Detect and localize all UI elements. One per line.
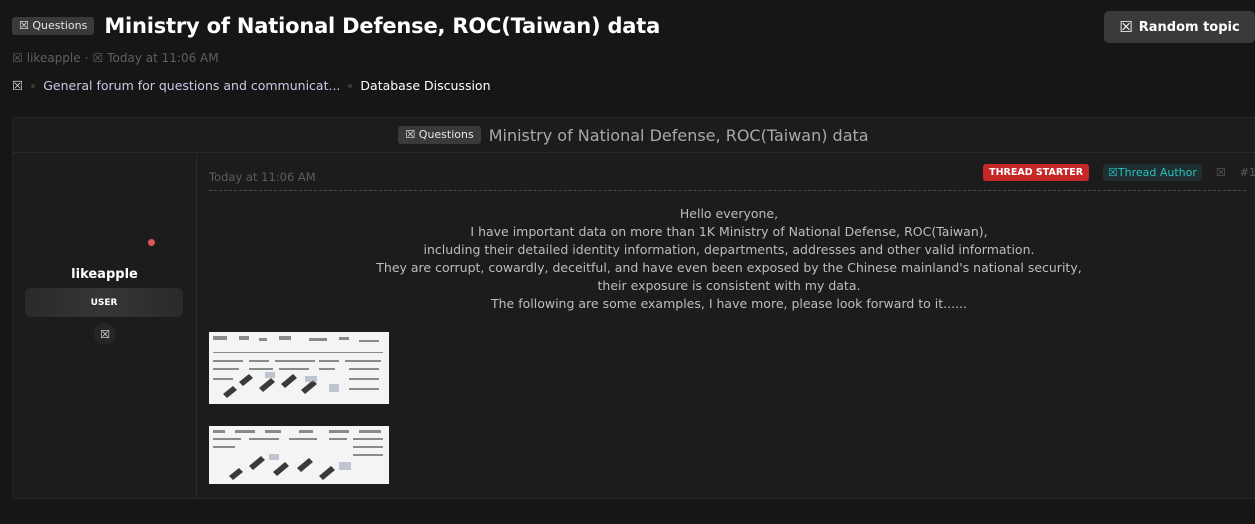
user-icon: ☒ — [12, 51, 23, 65]
prefix-label: Questions — [418, 128, 474, 141]
random-icon: ☒ — [1119, 18, 1133, 36]
post-line: I have important data on more than 1K Mi… — [470, 224, 988, 239]
post-line: including their detailed identity inform… — [423, 242, 1035, 257]
thread-box-header: ☒ Questions Ministry of National Defense… — [13, 118, 1254, 153]
prefix-tag-questions[interactable]: ☒ Questions — [398, 126, 481, 144]
attachment-image-2[interactable] — [209, 426, 389, 484]
page-title: Ministry of National Defense, ROC(Taiwan… — [104, 14, 661, 38]
breadcrumb: ☒ General forum for questions and commun… — [12, 78, 491, 93]
thread-starter-badge: THREAD STARTER — [983, 164, 1090, 181]
post-badges: THREAD STARTER ☒Thread Author ☒ #1 — [983, 164, 1255, 181]
post-number[interactable]: #1 — [1240, 166, 1255, 179]
post-body: Hello everyone, I have important data on… — [209, 205, 1249, 313]
post-line: They are corrupt, cowardly, deceitful, a… — [376, 260, 1082, 275]
thread-box-title: Ministry of National Defense, ROC(Taiwan… — [488, 125, 869, 145]
post-line: The following are some examples, I have … — [490, 296, 968, 311]
prefix-icon: ☒ — [19, 19, 29, 32]
breadcrumb-separator — [348, 83, 353, 88]
meta-separator: · — [84, 51, 89, 65]
breadcrumb-item-forum[interactable]: General forum for questions and communic… — [43, 78, 340, 93]
author-link[interactable]: likeapple — [27, 51, 81, 65]
post-content: Today at 11:06 AM THREAD STARTER ☒Thread… — [209, 153, 1255, 499]
online-status-dot — [148, 239, 155, 246]
post-date[interactable]: Today at 11:06 AM — [209, 170, 316, 184]
random-topic-label: Random topic — [1138, 19, 1240, 35]
breadcrumb-separator — [31, 83, 36, 88]
share-icon[interactable]: ☒ — [1216, 166, 1226, 179]
post-divider — [209, 190, 1246, 191]
prefix-label: Questions — [32, 19, 88, 32]
post-user-panel: likeapple USER ☒ — [13, 153, 197, 499]
thread-meta: ☒ likeapple · ☒ Today at 11:06 AM — [12, 51, 219, 65]
post-line: Hello everyone, — [679, 206, 779, 221]
attachment-image-1[interactable] — [209, 332, 389, 404]
thread-header: ☒ Questions Ministry of National Defense… — [12, 14, 660, 38]
thread-author-badge: ☒Thread Author — [1103, 164, 1202, 181]
clock-icon: ☒ — [92, 51, 104, 65]
random-topic-button[interactable]: ☒ Random topic — [1104, 11, 1255, 43]
post-line: their exposure is consistent with my dat… — [597, 278, 861, 293]
thread-time[interactable]: Today at 11:06 AM — [107, 51, 218, 65]
user-role-banner: USER — [25, 288, 183, 317]
author-badge-label: Thread Author — [1117, 166, 1197, 179]
author-badge-icon: ☒ — [1108, 166, 1118, 179]
prefix-tag-questions[interactable]: ☒ Questions — [12, 17, 95, 35]
home-icon[interactable]: ☒ — [12, 78, 23, 93]
prefix-icon: ☒ — [405, 128, 416, 141]
thread-container: ☒ Questions Ministry of National Defense… — [12, 117, 1255, 499]
breadcrumb-item-database-discussion[interactable]: Database Discussion — [360, 78, 490, 93]
username[interactable]: likeapple — [13, 267, 196, 282]
user-badge-icon[interactable]: ☒ — [94, 323, 116, 345]
